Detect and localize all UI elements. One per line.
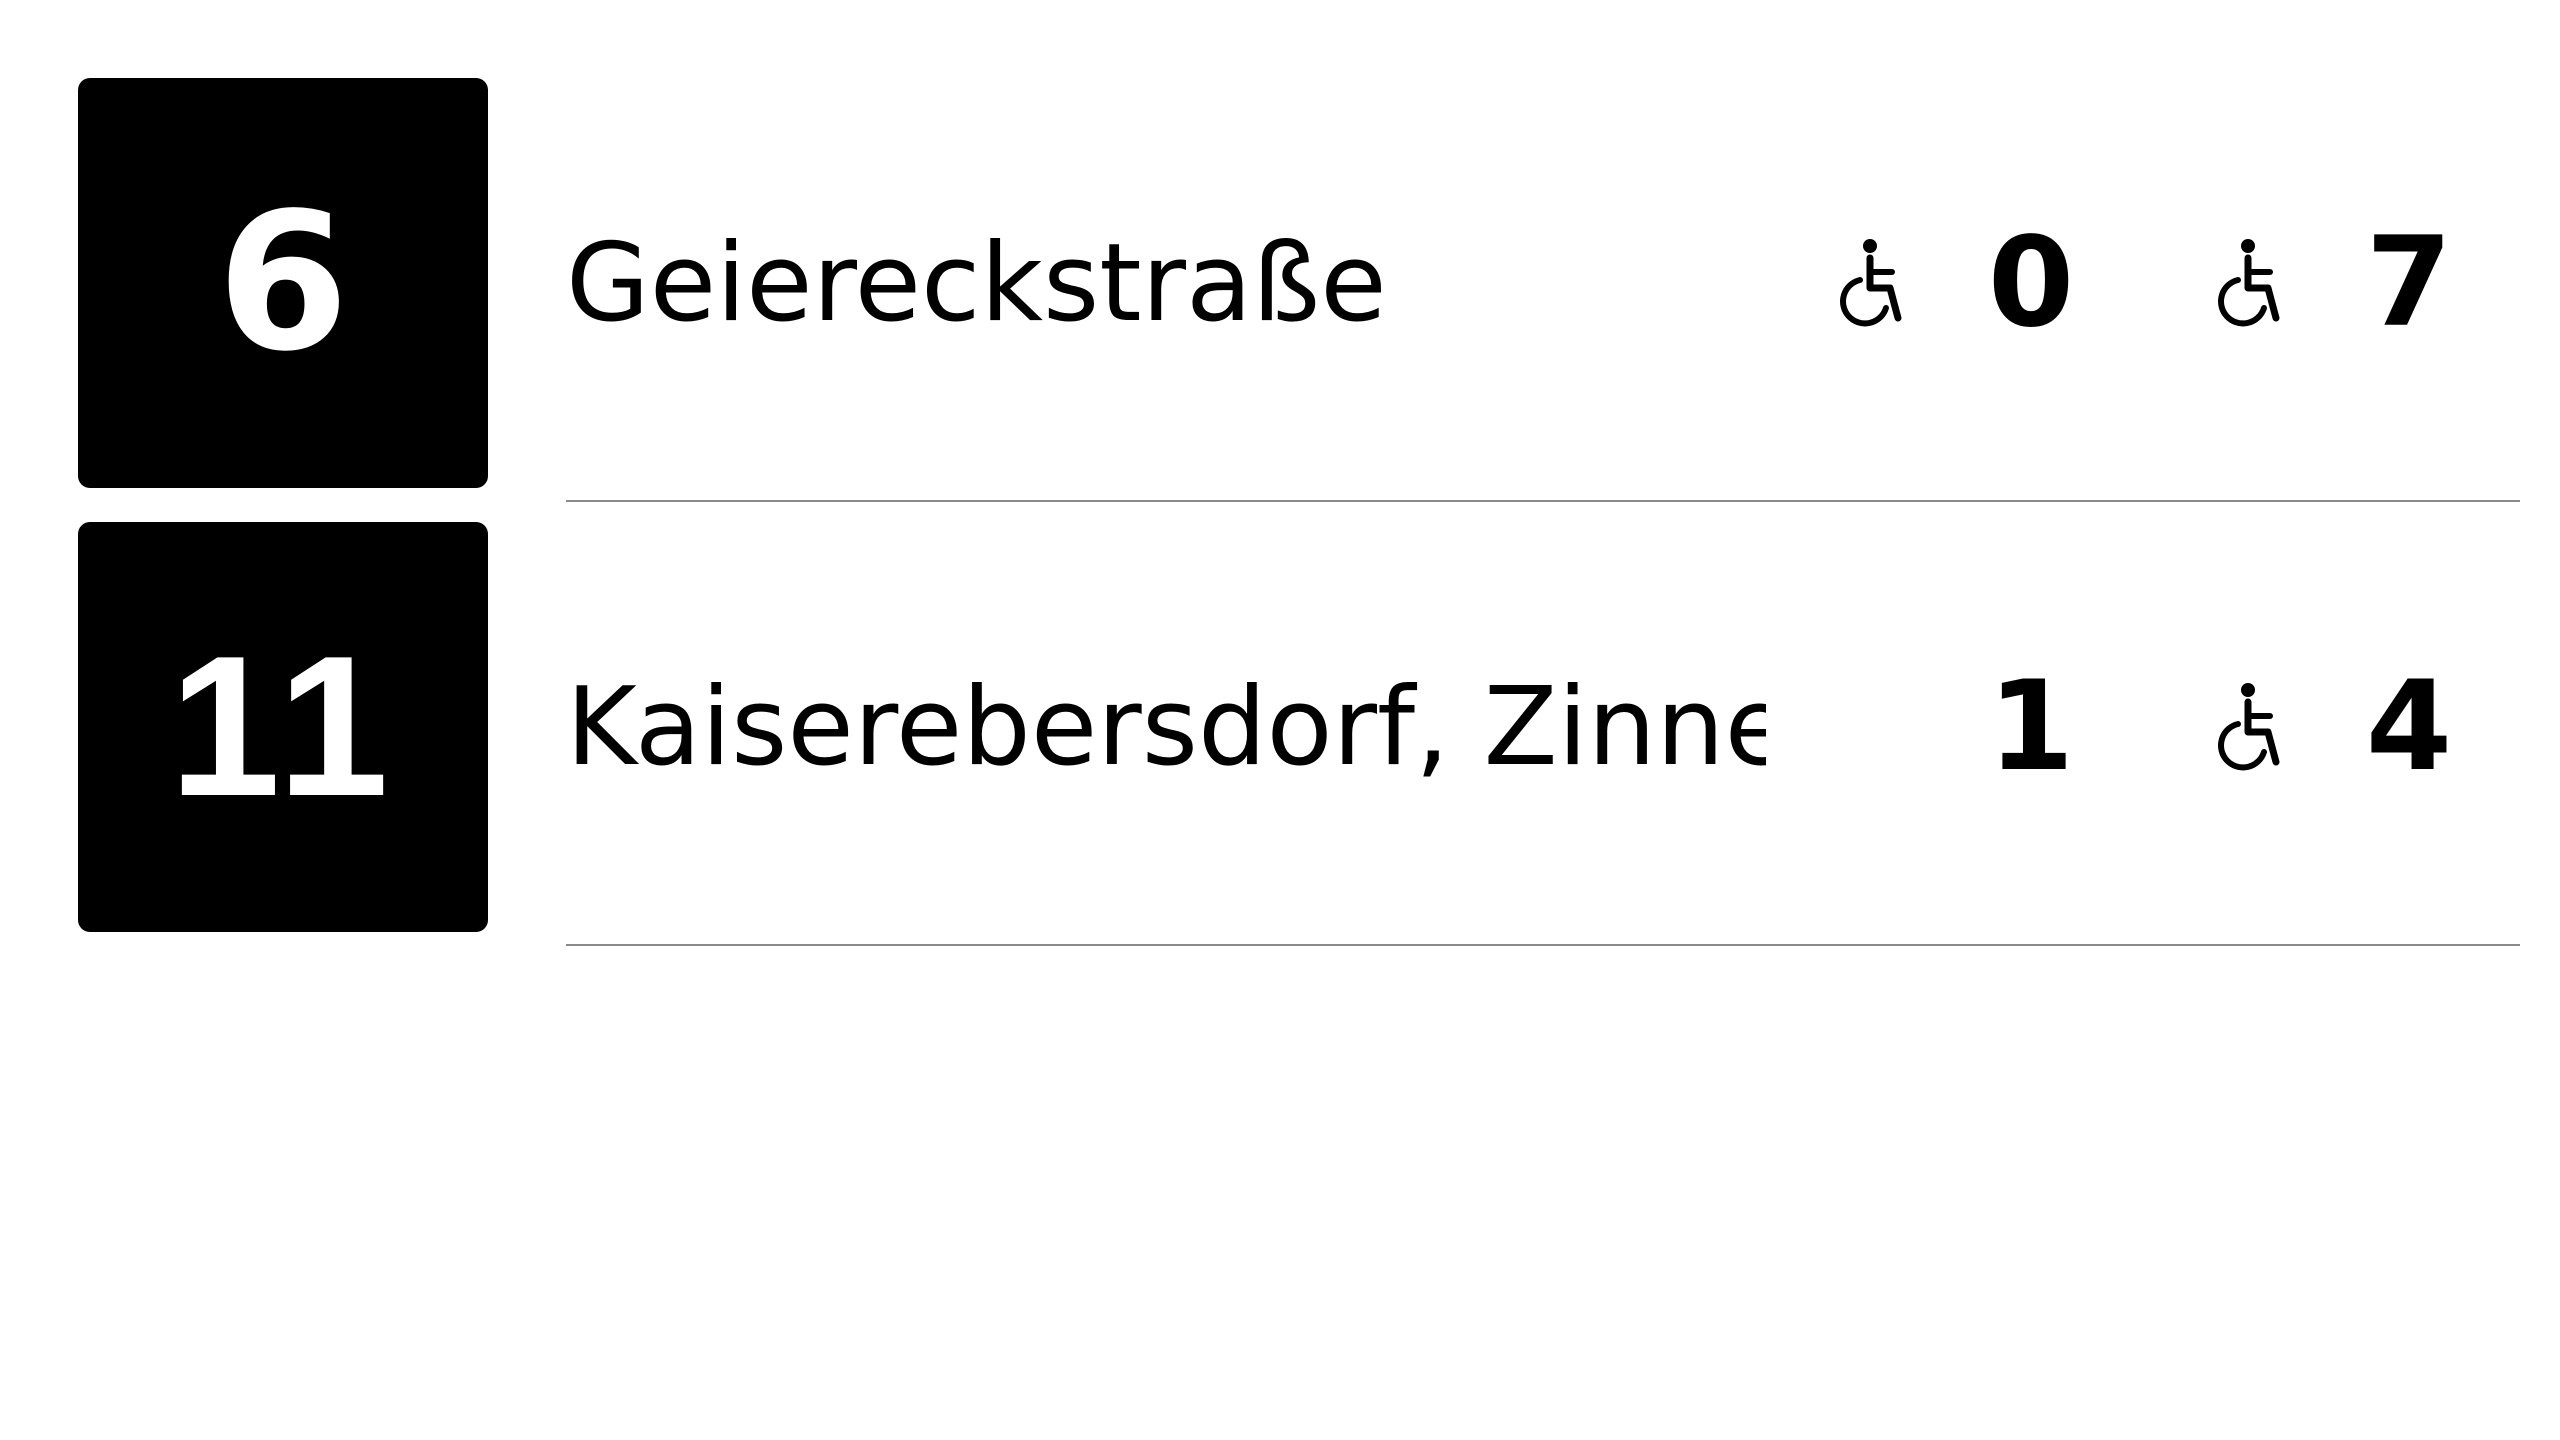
departure-minutes: 4 — [2365, 655, 2453, 799]
line-badge: 11 — [78, 522, 488, 932]
departure-minutes: 1 — [1987, 655, 2075, 799]
departure-time-slot: 7 — [2214, 78, 2484, 488]
departure-row: 6 Geiereckstraße 0 7 — [0, 78, 2560, 488]
line-number: 11 — [169, 615, 397, 838]
destination-label: Geiereckstraße — [566, 220, 1387, 346]
departure-time-slot: 1 — [1836, 522, 2116, 932]
departure-minutes: 0 — [1987, 211, 2075, 355]
departure-time-slot: 4 — [2214, 522, 2484, 932]
line-number: 6 — [216, 172, 350, 393]
wheelchair-icon — [2214, 238, 2294, 328]
no-accessibility-spacer — [1836, 682, 1916, 772]
wheelchair-icon — [1836, 238, 1916, 328]
wheelchair-icon — [2214, 682, 2294, 772]
row-divider — [566, 944, 2520, 946]
line-badge: 6 — [78, 78, 488, 488]
destination-label: Kaiserebersdorf, Zinne... — [566, 664, 1766, 790]
row-divider — [566, 500, 2520, 502]
departure-row: 11 Kaiserebersdorf, Zinne... 1 4 — [0, 522, 2560, 932]
departure-board: 6 Geiereckstraße 0 7 11 Kaiserebersdorf,… — [0, 0, 2560, 1440]
departure-minutes: 7 — [2365, 211, 2453, 355]
departure-time-slot: 0 — [1836, 78, 2116, 488]
